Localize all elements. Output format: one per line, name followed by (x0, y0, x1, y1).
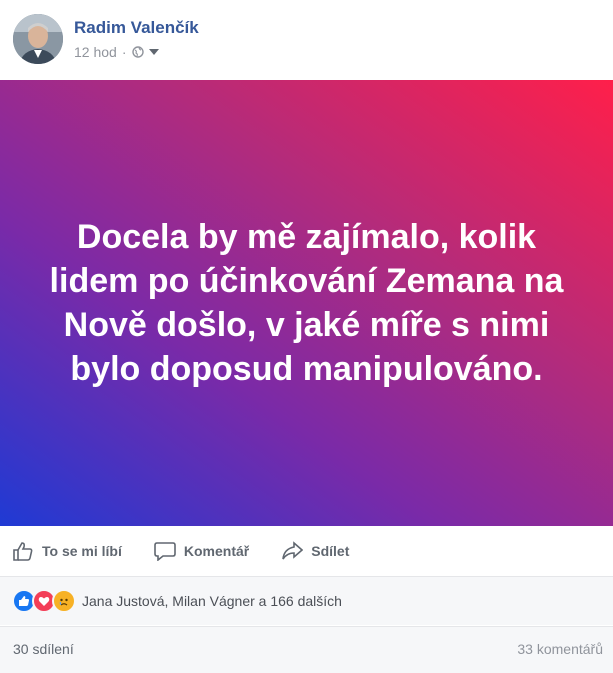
chevron-down-icon[interactable] (148, 48, 159, 56)
reactions-summary[interactable]: Jana Justová, Milan Vágner a 166 dalších (82, 593, 342, 609)
share-label: Sdílet (311, 543, 350, 559)
like-button[interactable]: To se mi líbí (12, 541, 122, 561)
sad-icon (52, 589, 76, 613)
avatar[interactable] (13, 14, 63, 64)
thumbs-up-icon (13, 542, 33, 561)
profile-photo-icon (13, 14, 63, 64)
shares-count[interactable]: 30 sdílení (13, 641, 74, 657)
share-icon (282, 541, 304, 560)
comment-button[interactable]: Komentář (154, 541, 249, 561)
like-label: To se mi líbí (42, 543, 122, 559)
stats-bar: 30 sdílení 33 komentářů (0, 626, 613, 673)
action-bar: To se mi líbí Komentář Sdílet (0, 526, 613, 577)
post-time[interactable]: 12 hod (74, 44, 117, 60)
comments-count[interactable]: 33 komentářů (517, 641, 603, 657)
globe-icon[interactable] (131, 46, 144, 58)
reaction-icons[interactable] (12, 589, 76, 613)
post-text: Docela by mě zajímalo, kolik lidem po úč… (49, 218, 564, 388)
separator-dot: · (121, 44, 127, 60)
share-button[interactable]: Sdílet (281, 541, 349, 561)
comment-label: Komentář (183, 543, 250, 559)
post-header: Radim Valenčík 12 hod · (0, 0, 613, 80)
post-background: Docela by mě zajímalo, kolik lidem po úč… (0, 80, 613, 526)
comment-icon (154, 542, 176, 561)
reactions-bar: Jana Justová, Milan Vágner a 166 dalších (0, 577, 613, 625)
author-name[interactable]: Radim Valenčík (74, 18, 199, 38)
post-meta: 12 hod · (74, 44, 159, 60)
